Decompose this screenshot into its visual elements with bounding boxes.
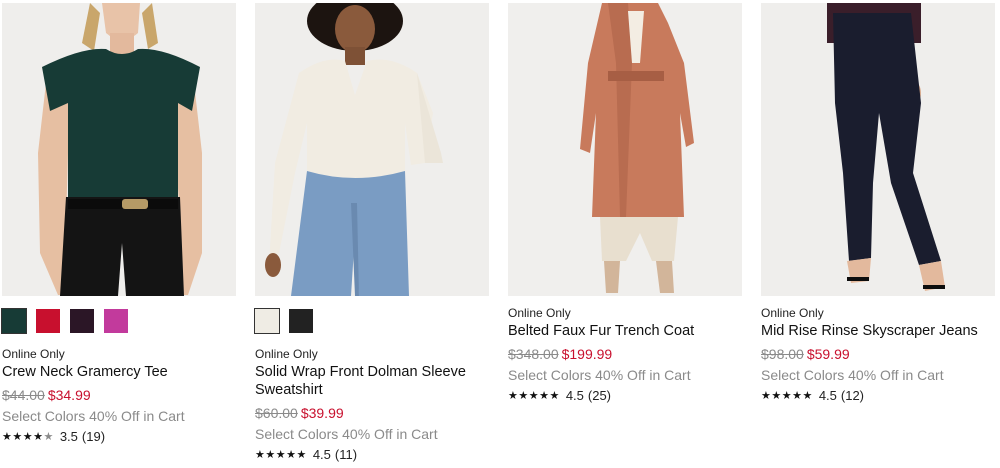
star-rating-icon: ★★★★★ (761, 390, 813, 402)
color-swatch[interactable] (254, 308, 280, 334)
online-only-badge: Online Only (255, 347, 318, 361)
product-photo (255, 3, 489, 296)
sale-price: $39.99 (300, 405, 344, 421)
online-only-badge: Online Only (761, 306, 824, 320)
product-photo (761, 3, 995, 296)
sale-price: $34.99 (47, 387, 91, 403)
color-swatches (254, 308, 489, 334)
star-rating-icon: ★★★★★ (255, 449, 307, 461)
color-swatch[interactable] (36, 309, 60, 333)
review-count: (11) (334, 447, 358, 462)
original-price: $348.00 (508, 346, 559, 362)
product-name[interactable]: Mid Rise Rinse Skyscraper Jeans (761, 322, 995, 340)
sale-price: $199.99 (561, 346, 613, 362)
product-name[interactable]: Solid Wrap Front Dolman Sleeve Sweatshir… (255, 363, 489, 399)
product-card[interactable]: Online Only Mid Rise Rinse Skyscraper Je… (761, 3, 995, 404)
product-photo (2, 3, 236, 296)
product-name[interactable]: Crew Neck Gramercy Tee (2, 363, 236, 381)
rating[interactable]: ★★★★★ 4.5 (12) (761, 388, 995, 404)
original-price: $60.00 (255, 405, 298, 421)
promo-text: Select Colors 40% Off in Cart (761, 367, 944, 383)
review-count: (19) (81, 429, 106, 444)
promo-text: Select Colors 40% Off in Cart (2, 408, 185, 424)
online-only-badge: Online Only (508, 306, 571, 320)
original-price: $44.00 (2, 387, 45, 403)
price-block: $348.00 $199.99 (508, 345, 742, 363)
product-name[interactable]: Belted Faux Fur Trench Coat (508, 322, 742, 340)
rating[interactable]: ★★★★★ 4.5 (11) (255, 447, 489, 463)
rating-value: 4.5 (818, 388, 837, 403)
original-price: $98.00 (761, 346, 804, 362)
sale-price: $59.99 (806, 346, 850, 362)
promo-text: Select Colors 40% Off in Cart (508, 367, 691, 383)
star-rating-icon: ★★★★★ (508, 390, 560, 402)
product-photo (508, 3, 742, 296)
star-rating-icon: ★★★★★ (2, 431, 54, 443)
rating-value: 4.5 (312, 447, 331, 462)
product-image[interactable] (2, 3, 236, 296)
price-block: $44.00 $34.99 (2, 386, 236, 404)
color-swatch[interactable] (104, 309, 128, 333)
review-count: (12) (840, 388, 865, 403)
product-card[interactable]: Online Only Crew Neck Gramercy Tee $44.0… (1, 3, 236, 445)
product-card[interactable]: Online Only Belted Faux Fur Trench Coat … (508, 3, 742, 404)
product-image[interactable] (761, 3, 995, 296)
online-only-badge: Online Only (2, 347, 65, 361)
product-card[interactable]: Online Only Solid Wrap Front Dolman Slee… (254, 3, 489, 463)
rating[interactable]: ★★★★★ 4.5 (25) (508, 388, 742, 404)
price-block: $98.00 $59.99 (761, 345, 995, 363)
rating-value: 3.5 (59, 429, 78, 444)
price-block: $60.00 $39.99 (255, 404, 489, 422)
promo-text: Select Colors 40% Off in Cart (255, 426, 438, 442)
rating[interactable]: ★★★★★ 3.5 (19) (2, 429, 236, 445)
product-image[interactable] (255, 3, 489, 296)
product-image[interactable] (508, 3, 742, 296)
color-swatch[interactable] (70, 309, 94, 333)
rating-value: 4.5 (565, 388, 584, 403)
color-swatch[interactable] (1, 308, 27, 334)
color-swatch[interactable] (289, 309, 313, 333)
review-count: (25) (587, 388, 612, 403)
color-swatches (1, 308, 236, 334)
